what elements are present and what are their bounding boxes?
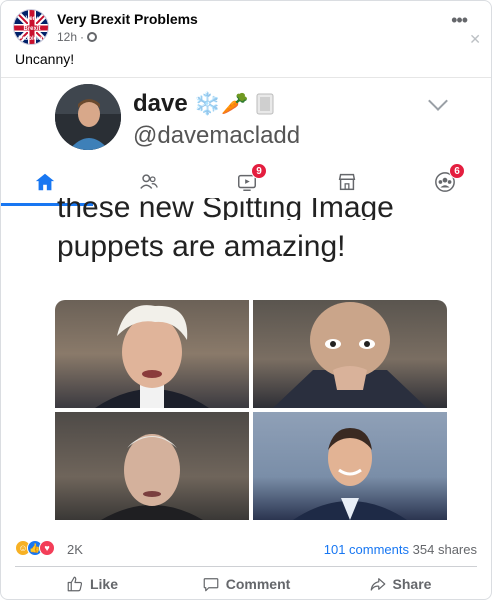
like-button[interactable]: Like	[15, 569, 169, 599]
puppet-photo-1	[55, 300, 249, 408]
photo-4-person	[253, 412, 447, 520]
tweet-name-text: dave	[133, 90, 188, 117]
share-button[interactable]: Share	[323, 569, 477, 599]
post-text: Uncanny!	[15, 51, 75, 67]
share-icon	[370, 578, 385, 591]
marketplace-icon	[338, 173, 356, 191]
post-time[interactable]: 12h	[57, 30, 77, 44]
meta-separator: ·	[80, 30, 85, 44]
thumbs-up-icon	[67, 576, 83, 592]
svg-text:Very: Very	[26, 16, 39, 22]
chevron-down-icon	[428, 91, 448, 111]
comment-icon	[203, 578, 219, 592]
svg-text:Problems: Problems	[18, 36, 46, 42]
post-actions: Like Comment Share	[15, 569, 477, 599]
tweet-user-name: dave ❄️🥕	[133, 90, 275, 118]
like-label: Like	[89, 576, 118, 592]
watch-badge: 9	[251, 163, 267, 179]
tweet-photo-grid	[55, 300, 447, 522]
more-options-icon[interactable]: •••	[451, 11, 468, 29]
shared-screenshot-image[interactable]: dave ❄️🥕 @davemacladd 9 6 these new Spit…	[1, 77, 491, 530]
nav-groups[interactable]: 6	[415, 160, 475, 204]
toilet-roll-icon	[256, 93, 273, 115]
reaction-icons[interactable]: ☺ 👍 ♥	[15, 540, 55, 556]
post-stats: ☺ 👍 ♥ 2K 101 comments 354 shares	[15, 539, 477, 559]
tweet-name-emojis: ❄️🥕	[193, 91, 249, 116]
love-reaction-icon: ♥	[39, 540, 55, 556]
tweet-text-line2: puppets are amazing!	[57, 230, 346, 263]
post-meta: 12h ·	[57, 30, 98, 44]
puppet-photo-3	[55, 412, 249, 520]
share-label: Share	[392, 576, 432, 592]
tweet-text-line1: these new Spitting Image	[57, 198, 394, 220]
comments-link[interactable]: 101 comments	[324, 542, 409, 557]
svg-text:Brexit: Brexit	[23, 26, 40, 32]
tweet-avatar	[55, 84, 121, 150]
page-name[interactable]: Very Brexit Problems	[57, 11, 198, 27]
post-header: Very Brexit Problems Very Brexit Problem…	[13, 9, 483, 49]
reaction-count[interactable]: 2K	[67, 542, 83, 557]
post-card: Very Brexit Problems Very Brexit Problem…	[0, 0, 492, 600]
actions-divider	[15, 566, 477, 567]
groups-badge: 6	[449, 163, 465, 179]
globe-icon	[87, 32, 98, 42]
shares-count[interactable]: 354 shares	[413, 542, 477, 557]
comment-button[interactable]: Comment	[169, 569, 323, 599]
friends-icon	[140, 174, 158, 189]
puppet-photo-2	[253, 300, 447, 408]
home-icon	[35, 173, 55, 191]
tweet-handle: @davemacladd	[133, 122, 301, 149]
close-icon[interactable]: ✕	[469, 31, 481, 48]
comment-label: Comment	[225, 576, 291, 592]
page-avatar[interactable]: Very Brexit Problems	[13, 9, 49, 45]
